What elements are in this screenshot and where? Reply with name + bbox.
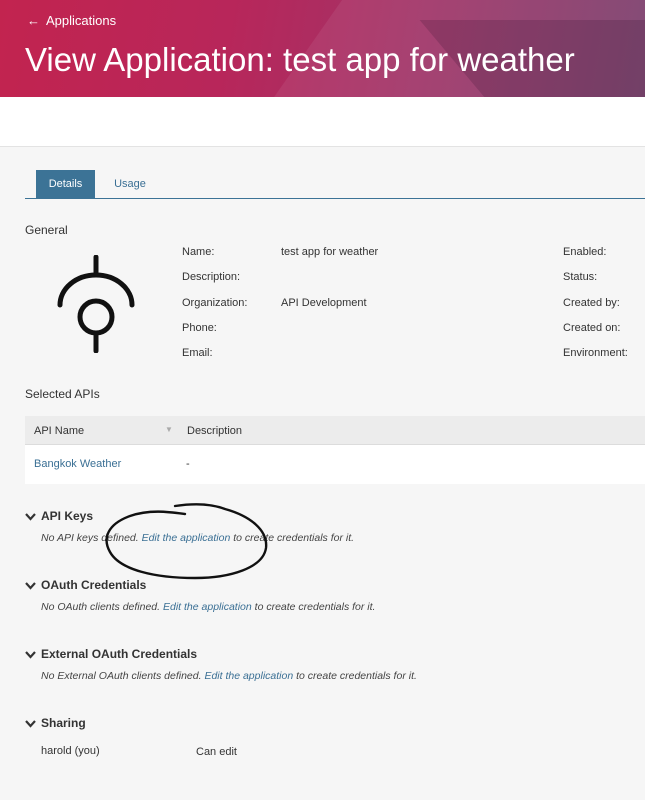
toolbar-strip xyxy=(0,97,645,147)
column-header-api-name[interactable]: API Name xyxy=(34,425,84,437)
oauth-empty-text: No OAuth clients defined. xyxy=(41,601,161,613)
oauth-suffix-text: to create credentials for it. xyxy=(254,601,376,613)
shared-permission: Can edit xyxy=(196,746,237,758)
api-keys-section-toggle[interactable]: API Keys xyxy=(25,509,93,523)
sharing-title: Sharing xyxy=(41,716,86,730)
description-label: Description: xyxy=(182,271,241,283)
api-description-cell: - xyxy=(186,458,190,470)
selected-apis-table: API Name ▼ Description Bangkok Weather - xyxy=(25,416,645,484)
oauth-credentials-message: No OAuth clients defined. Edit the appli… xyxy=(41,601,375,613)
back-link-label: Applications xyxy=(46,13,117,28)
phone-label: Phone: xyxy=(182,322,217,334)
chevron-down-icon xyxy=(25,581,36,590)
tab-details[interactable]: Details xyxy=(36,170,95,198)
application-icon xyxy=(57,255,135,353)
external-oauth-empty-text: No External OAuth clients defined. xyxy=(41,670,202,682)
name-value: test app for weather xyxy=(281,246,379,258)
chevron-down-icon xyxy=(25,512,36,521)
organization-value: API Development xyxy=(281,297,367,309)
created-on-label: Created on: xyxy=(563,322,621,334)
email-label: Email: xyxy=(182,347,213,359)
back-to-applications-link[interactable]: ← Applications xyxy=(27,13,116,28)
tab-usage[interactable]: Usage xyxy=(105,170,155,198)
enabled-label: Enabled: xyxy=(563,246,607,258)
status-label: Status: xyxy=(563,271,598,283)
selected-apis-section-label: Selected APIs xyxy=(25,387,100,401)
oauth-credentials-section-toggle[interactable]: OAuth Credentials xyxy=(25,578,146,592)
edit-application-link[interactable]: Edit the application xyxy=(204,670,293,682)
external-oauth-title: External OAuth Credentials xyxy=(41,647,198,661)
header-banner: ← Applications View Application: test ap… xyxy=(0,0,645,97)
tab-bar: Details Usage xyxy=(25,170,645,199)
chevron-down-icon xyxy=(25,719,36,728)
api-keys-empty-text: No API keys defined. xyxy=(41,532,139,544)
api-keys-message: No API keys defined. Edit the applicatio… xyxy=(41,532,354,544)
sort-caret-icon[interactable]: ▼ xyxy=(165,425,173,434)
external-oauth-suffix-text: to create credentials for it. xyxy=(296,670,417,682)
api-name-link[interactable]: Bangkok Weather xyxy=(34,458,121,470)
external-oauth-section-toggle[interactable]: External OAuth Credentials xyxy=(25,647,197,661)
shared-user: harold (you) xyxy=(41,745,100,757)
back-arrow-icon: ← xyxy=(27,13,40,28)
sharing-section-toggle[interactable]: Sharing xyxy=(25,716,86,730)
created-by-label: Created by: xyxy=(563,297,620,309)
api-keys-suffix-text: to create credentials for it. xyxy=(233,532,355,544)
edit-application-link[interactable]: Edit the application xyxy=(142,532,231,544)
external-oauth-message: No External OAuth clients defined. Edit … xyxy=(41,670,417,682)
chevron-down-icon xyxy=(25,650,36,659)
organization-label: Organization: xyxy=(182,297,248,309)
name-label: Name: xyxy=(182,246,215,258)
api-keys-title: API Keys xyxy=(41,509,94,523)
column-header-description: Description xyxy=(187,425,243,437)
environment-label: Environment: xyxy=(563,347,628,359)
oauth-credentials-title: OAuth Credentials xyxy=(41,578,147,592)
page-title: View Application: test app for weather xyxy=(25,41,575,78)
general-section-label: General xyxy=(25,223,68,237)
edit-application-link[interactable]: Edit the application xyxy=(163,601,252,613)
table-header: API Name ▼ Description xyxy=(25,416,645,445)
